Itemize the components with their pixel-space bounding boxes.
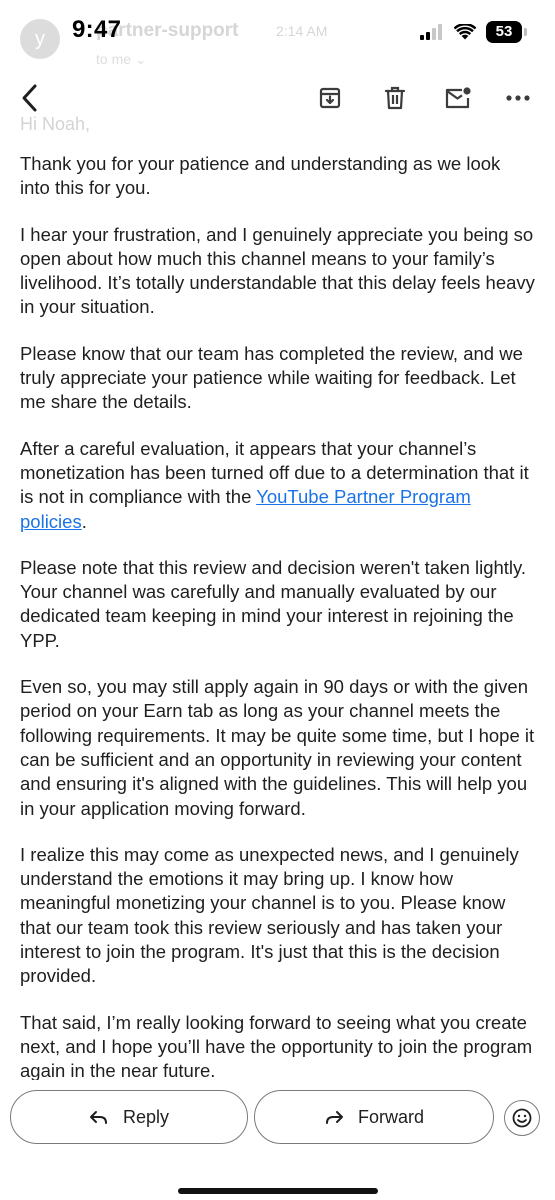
email-paragraph: Even so, you may still apply again in 90…	[20, 676, 535, 819]
forward-arrow-icon	[325, 1111, 343, 1124]
back-button[interactable]	[14, 82, 46, 114]
wifi-icon	[454, 24, 476, 40]
archive-button[interactable]	[314, 82, 346, 114]
email-paragraph: Thank you for your patience and understa…	[20, 153, 501, 199]
email-paragraph: After a careful evaluation, it appears t…	[20, 437, 535, 534]
paragraph-text: .	[81, 510, 87, 532]
forward-label: Forward	[357, 1106, 424, 1127]
status-time: 9:47	[72, 16, 122, 43]
email-body: Thank you for your patience and understa…	[20, 152, 535, 1106]
battery-cap	[524, 28, 527, 36]
battery-icon: 53	[486, 21, 522, 43]
sender-avatar: y	[20, 19, 60, 59]
mark-unread-icon	[445, 87, 471, 109]
home-indicator	[178, 1188, 378, 1194]
smiley-icon	[512, 1108, 532, 1128]
emoji-reaction-button[interactable]	[504, 1100, 540, 1136]
forward-button[interactable]: Forward	[254, 1090, 494, 1144]
top-bar: y partner-support 2:14 AM to me ⌄ Hi Noa…	[0, 0, 555, 140]
archive-icon	[319, 87, 341, 109]
back-arrow-icon	[22, 84, 37, 112]
mark-unread-button[interactable]	[442, 82, 474, 114]
email-paragraph: I hear your frustration, and I genuinely…	[20, 223, 535, 318]
delete-button[interactable]	[379, 82, 411, 114]
more-options-button[interactable]	[502, 82, 534, 114]
email-greeting: Hi Noah,	[20, 114, 91, 134]
email-paragraph: Please note that this review and decisio…	[20, 556, 527, 651]
more-horizontal-icon	[506, 95, 530, 101]
email-paragraph: That said, I’m really looking forward to…	[20, 1011, 533, 1082]
recipient-line: to me ⌄	[96, 51, 147, 67]
reply-arrow-icon	[89, 1111, 107, 1124]
trash-icon	[384, 86, 406, 110]
email-paragraph: I realize this may come as unexpected ne…	[20, 843, 519, 987]
bottom-action-bar: Reply Forward	[0, 1080, 555, 1200]
email-paragraph: Please know that our team has completed …	[20, 342, 523, 413]
reply-button[interactable]: Reply	[10, 1090, 248, 1144]
reply-label: Reply	[122, 1106, 170, 1127]
sent-time: 2:14 AM	[276, 23, 328, 39]
status-icons: 53	[420, 20, 527, 44]
cellular-signal-icon	[420, 24, 444, 40]
